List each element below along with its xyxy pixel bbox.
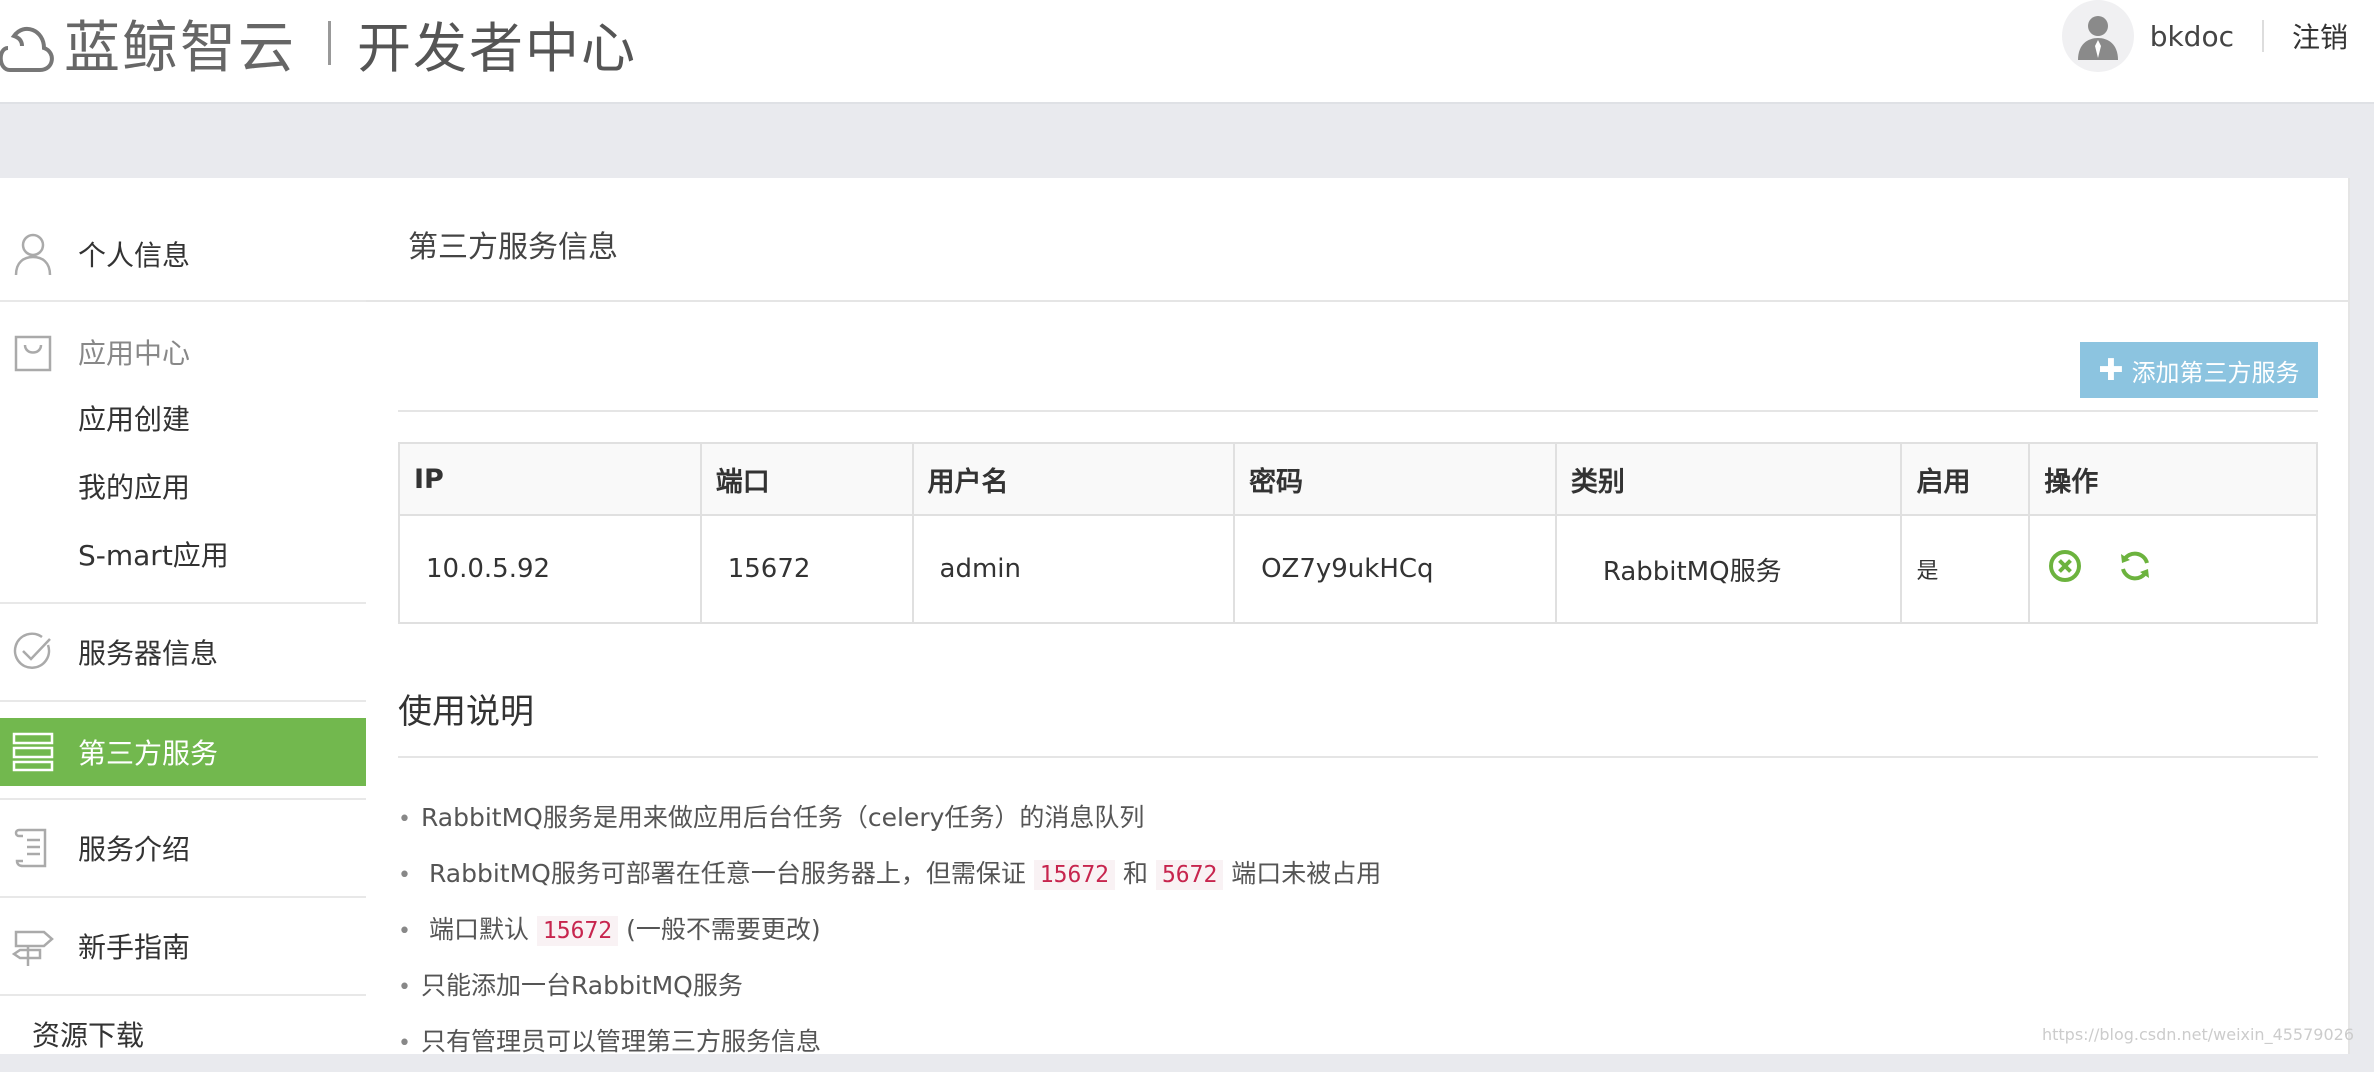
brand-subtitle: 开发者中心 bbox=[357, 16, 637, 80]
signpost-icon bbox=[10, 923, 56, 969]
logo[interactable]: 蓝鲸智云 开发者中心 bbox=[0, 8, 637, 81]
sidebar-item-label: 新手指南 bbox=[78, 931, 191, 964]
code-port: 5672 bbox=[1155, 860, 1224, 890]
divider bbox=[0, 700, 366, 702]
user-avatar-icon[interactable] bbox=[2061, 0, 2134, 72]
note-text: 端口默认 bbox=[428, 915, 529, 944]
cell-password: OZ7y9ukHCq bbox=[1233, 514, 1557, 624]
usage-title: 使用说明 bbox=[398, 692, 534, 732]
user-icon bbox=[10, 231, 56, 277]
server-list-icon bbox=[10, 729, 56, 775]
table-header-row: IP 端口 用户名 密码 类别 启用 操作 bbox=[398, 442, 2318, 516]
add-button-label: 添加第三方服务 bbox=[2131, 358, 2300, 387]
note-text: (一般不需要更改) bbox=[626, 915, 821, 944]
sidebar: 个人信息 应用中心 应用创建 我的应用 S-mart应用 服务器信息 第三方服务… bbox=[0, 178, 368, 1054]
divider bbox=[0, 300, 366, 302]
column-header-actions: 操作 bbox=[2028, 442, 2318, 516]
delete-circle-icon[interactable] bbox=[2048, 549, 2082, 590]
scroll-document-icon bbox=[10, 825, 56, 871]
usage-notes: RabbitMQ服务是用来做应用后台任务（celery任务）的消息队列 Rabb… bbox=[398, 790, 1381, 1070]
sidebar-item-label: 第三方服务 bbox=[78, 737, 219, 770]
cell-ip: 10.0.5.92 bbox=[398, 514, 702, 624]
note-text: RabbitMQ服务可部署在任意一台服务器上，但需保证 bbox=[428, 859, 1026, 888]
divider bbox=[366, 300, 2348, 302]
top-header: 蓝鲸智云 开发者中心 bkdoc 注销 bbox=[0, 0, 2374, 104]
code-port: 15672 bbox=[1033, 860, 1116, 890]
refresh-icon[interactable] bbox=[2118, 549, 2152, 590]
column-header-category: 类别 bbox=[1554, 442, 1903, 516]
sidebar-item-service-intro[interactable]: 服务介绍 bbox=[0, 818, 366, 878]
code-port: 15672 bbox=[536, 916, 619, 946]
note-text: 只有管理员可以管理第三方服务信息 bbox=[420, 1027, 821, 1056]
header-separator bbox=[2261, 20, 2264, 52]
note-text: RabbitMQ服务是用来做应用后台任务（celery任务）的消息队列 bbox=[420, 803, 1145, 832]
sidebar-item-server-info[interactable]: 服务器信息 bbox=[0, 622, 366, 682]
sidebar-item-label: 服务器信息 bbox=[78, 637, 219, 670]
cell-actions bbox=[2028, 514, 2318, 624]
divider bbox=[0, 896, 366, 898]
column-header-enabled: 启用 bbox=[1900, 442, 2031, 516]
sidebar-item-label: 应用中心 bbox=[78, 337, 191, 370]
column-header-password: 密码 bbox=[1233, 442, 1557, 516]
list-item: 只能添加一台RabbitMQ服务 bbox=[398, 958, 1381, 1014]
check-circle-icon bbox=[10, 629, 56, 675]
note-text: 端口未被占用 bbox=[1231, 859, 1382, 888]
plus-icon: ✚ bbox=[2098, 352, 2124, 388]
sidebar-subitem-my-apps[interactable]: 我的应用 bbox=[78, 466, 190, 506]
services-table: IP 端口 用户名 密码 类别 启用 操作 10.0.5.92 15672 ad… bbox=[398, 442, 2318, 624]
list-item: RabbitMQ服务是用来做应用后台任务（celery任务）的消息队列 bbox=[398, 790, 1381, 846]
list-item: RabbitMQ服务可部署在任意一台服务器上，但需保证 15672 和 5672… bbox=[398, 846, 1381, 902]
divider bbox=[0, 798, 366, 800]
logo-separator bbox=[328, 21, 331, 65]
list-item: 只有管理员可以管理第三方服务信息 bbox=[398, 1014, 1381, 1070]
divider bbox=[0, 994, 366, 996]
note-text: 只能添加一台RabbitMQ服务 bbox=[420, 971, 743, 1000]
note-text: 和 bbox=[1122, 859, 1148, 888]
divider bbox=[398, 410, 2318, 412]
column-header-username: 用户名 bbox=[911, 442, 1236, 516]
add-third-party-button[interactable]: ✚ 添加第三方服务 bbox=[2080, 342, 2318, 398]
column-header-ip: IP bbox=[398, 442, 702, 516]
sidebar-subitem-smart-apps[interactable]: S-mart应用 bbox=[78, 534, 229, 574]
cell-category: RabbitMQ服务 bbox=[1554, 514, 1903, 624]
cell-port: 15672 bbox=[699, 514, 914, 624]
sidebar-item-guide[interactable]: 新手指南 bbox=[0, 916, 366, 976]
sidebar-item-label: 个人信息 bbox=[78, 239, 191, 272]
logout-link[interactable]: 注销 bbox=[2292, 16, 2348, 56]
cell-enabled: 是 bbox=[1900, 514, 2031, 624]
column-header-port: 端口 bbox=[699, 442, 914, 516]
user-area: bkdoc 注销 bbox=[2061, 0, 2374, 72]
sidebar-item-label: 服务介绍 bbox=[78, 833, 191, 866]
brand-name: 蓝鲸智云 bbox=[64, 15, 296, 81]
cell-username: admin bbox=[911, 514, 1236, 624]
watermark: https://blog.csdn.net/weixin_45579026 bbox=[2041, 1025, 2354, 1044]
sidebar-item-third-party[interactable]: 第三方服务 bbox=[0, 718, 366, 786]
sidebar-item-download[interactable]: 资源下载 bbox=[0, 1014, 366, 1054]
shopping-bag-icon bbox=[10, 329, 56, 375]
page-title: 第三方服务信息 bbox=[408, 230, 618, 265]
sidebar-item-app-center[interactable]: 应用中心 bbox=[0, 324, 366, 380]
cloud-logo-icon bbox=[0, 26, 54, 72]
username[interactable]: bkdoc bbox=[2150, 20, 2234, 53]
table-row: 10.0.5.92 15672 admin OZ7y9ukHCq RabbitM… bbox=[398, 514, 2318, 624]
main-content: 第三方服务信息 ✚ 添加第三方服务 IP 端口 用户名 密码 类别 启用 操作 … bbox=[366, 178, 2350, 1056]
divider bbox=[398, 756, 2318, 758]
list-item: 端口默认 15672 (一般不需要更改) bbox=[398, 902, 1381, 958]
divider bbox=[0, 602, 366, 604]
sidebar-subitem-app-create[interactable]: 应用创建 bbox=[78, 398, 190, 438]
sidebar-item-personal-info[interactable]: 个人信息 bbox=[0, 224, 366, 284]
sidebar-item-label: 资源下载 bbox=[32, 1019, 145, 1052]
